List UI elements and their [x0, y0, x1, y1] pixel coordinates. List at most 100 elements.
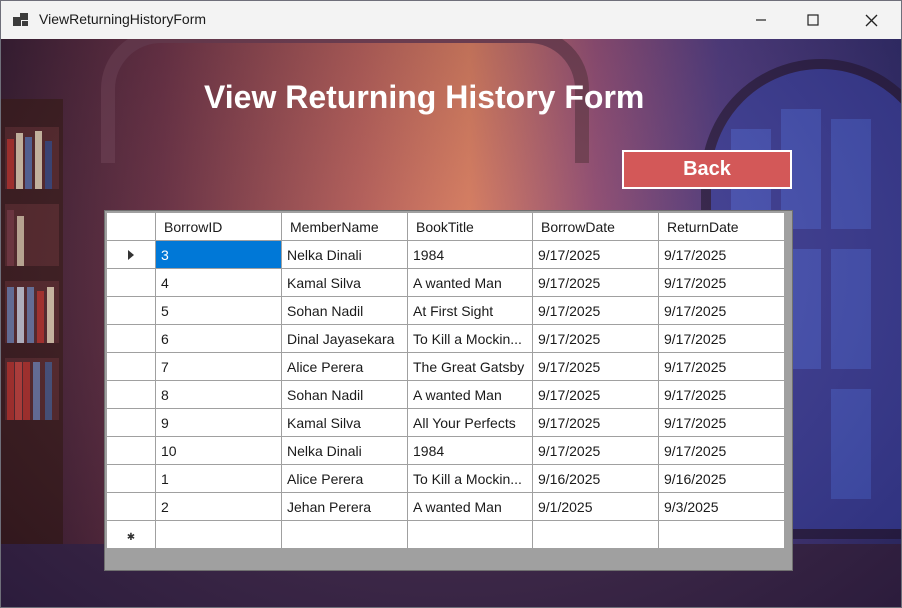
table-row[interactable]: 4 Kamal Silva A wanted Man 9/17/2025 9/17/20… — [106, 268, 785, 297]
row-header[interactable] — [106, 324, 156, 353]
cell-borrowdate[interactable]: 9/1/2025 — [532, 492, 659, 521]
cell-membername[interactable]: Sohan Nadil — [281, 296, 408, 325]
cell-borrowdate[interactable]: 9/17/2025 — [532, 240, 659, 269]
cell-borrowid[interactable]: 8 — [155, 380, 282, 409]
cell-borrowdate[interactable]: 9/17/2025 — [532, 408, 659, 437]
cell-booktitle[interactable]: To Kill a Mockin... — [407, 464, 533, 493]
row-header[interactable]: ✱ — [106, 520, 156, 549]
cell-booktitle[interactable]: A wanted Man — [407, 380, 533, 409]
cell-text: 5 — [161, 302, 169, 319]
cell-booktitle[interactable]: A wanted Man — [407, 268, 533, 297]
row-header[interactable] — [106, 240, 156, 269]
cell-borrowdate[interactable]: 9/17/2025 — [532, 324, 659, 353]
table-row[interactable]: 3 Nelka Dinali 1984 9/17/2025 9/17/2025 — [106, 240, 785, 269]
history-data-grid[interactable]: BorrowID MemberName BookTitle BorrowDate… — [104, 210, 793, 571]
app-window: ViewReturningHistoryForm View Returning … — [0, 0, 902, 608]
row-header[interactable] — [106, 380, 156, 409]
cell-membername[interactable]: Alice Perera — [281, 464, 408, 493]
title-bar[interactable]: ViewReturningHistoryForm — [1, 1, 901, 39]
new-row-cell[interactable] — [658, 520, 785, 549]
maximize-button[interactable] — [790, 1, 836, 39]
cell-returndate[interactable]: 9/16/2025 — [658, 464, 785, 493]
cell-borrowdate[interactable]: 9/17/2025 — [532, 268, 659, 297]
cell-membername[interactable]: Kamal Silva — [281, 408, 408, 437]
new-row-cell[interactable] — [155, 520, 282, 549]
cell-borrowid[interactable]: 10 — [155, 436, 282, 465]
cell-borrowid[interactable]: 6 — [155, 324, 282, 353]
table-row[interactable]: 9 Kamal Silva All Your Perfects 9/17/2025 9/… — [106, 408, 785, 437]
row-header[interactable] — [106, 408, 156, 437]
cell-membername[interactable]: Nelka Dinali — [281, 240, 408, 269]
cell-membername[interactable]: Kamal Silva — [281, 268, 408, 297]
cell-returndate[interactable]: 9/17/2025 — [658, 436, 785, 465]
cell-borrowid[interactable]: 5 — [155, 296, 282, 325]
new-row[interactable]: ✱ — [106, 520, 785, 549]
cell-returndate[interactable]: 9/17/2025 — [658, 324, 785, 353]
cell-membername[interactable]: Jehan Perera — [281, 492, 408, 521]
row-header-corner[interactable] — [106, 212, 156, 241]
cell-membername[interactable]: Sohan Nadil — [281, 380, 408, 409]
cell-booktitle[interactable]: To Kill a Mockin... — [407, 324, 533, 353]
row-header[interactable] — [106, 352, 156, 381]
table-row[interactable]: 1 Alice Perera To Kill a Mockin... 9/16/202… — [106, 464, 785, 493]
cell-returndate[interactable]: 9/3/2025 — [658, 492, 785, 521]
cell-borrowid[interactable]: 7 — [155, 352, 282, 381]
cell-text: 9/3/2025 — [664, 498, 719, 515]
row-header[interactable] — [106, 492, 156, 521]
column-header-membername[interactable]: MemberName — [281, 212, 408, 241]
cell-borrowdate[interactable]: 9/16/2025 — [532, 464, 659, 493]
cell-booktitle[interactable]: A wanted Man — [407, 492, 533, 521]
cell-membername[interactable]: Nelka Dinali — [281, 436, 408, 465]
cell-borrowdate[interactable]: 9/17/2025 — [532, 352, 659, 381]
table-row[interactable]: 5 Sohan Nadil At First Sight 9/17/2025 9/17/… — [106, 296, 785, 325]
column-header-returndate[interactable]: ReturnDate — [658, 212, 785, 241]
new-row-cell[interactable] — [281, 520, 408, 549]
column-header-booktitle[interactable]: BookTitle — [407, 212, 533, 241]
row-header[interactable] — [106, 296, 156, 325]
row-header[interactable] — [106, 436, 156, 465]
cell-membername[interactable]: Alice Perera — [281, 352, 408, 381]
table-row[interactable]: 7 Alice Perera The Great Gatsby 9/17/2025 9/… — [106, 352, 785, 381]
cell-booktitle[interactable]: At First Sight — [407, 296, 533, 325]
cell-booktitle[interactable]: All Your Perfects — [407, 408, 533, 437]
cell-membername[interactable]: Dinal Jayasekara — [281, 324, 408, 353]
back-button[interactable]: Back — [622, 150, 792, 189]
table-row[interactable]: 2 Jehan Perera A wanted Man 9/1/2025 9/3/202… — [106, 492, 785, 521]
cell-borrowid[interactable]: 9 — [155, 408, 282, 437]
cell-booktitle[interactable]: 1984 — [407, 240, 533, 269]
cell-text: 8 — [161, 386, 169, 403]
history-table: BorrowID MemberName BookTitle BorrowDate… — [106, 212, 785, 549]
row-header[interactable] — [106, 464, 156, 493]
table-row[interactable]: 10 Nelka Dinali 1984 9/17/2025 9/17/2025 — [106, 436, 785, 465]
cell-borrowdate[interactable]: 9/17/2025 — [532, 436, 659, 465]
cell-returndate[interactable]: 9/17/2025 — [658, 268, 785, 297]
table-row[interactable]: 6 Dinal Jayasekara To Kill a Mockin... 9/17… — [106, 324, 785, 353]
cell-text: Sohan Nadil — [287, 386, 364, 403]
cell-returndate[interactable]: 9/17/2025 — [658, 352, 785, 381]
cell-text: A wanted Man — [413, 274, 502, 291]
header-row: BorrowID MemberName BookTitle BorrowDate… — [106, 212, 785, 241]
cell-borrowid[interactable]: 1 — [155, 464, 282, 493]
cell-returndate[interactable]: 9/17/2025 — [658, 240, 785, 269]
cell-booktitle[interactable]: 1984 — [407, 436, 533, 465]
new-row-cell[interactable] — [407, 520, 533, 549]
cell-borrowid[interactable]: 4 — [155, 268, 282, 297]
cell-borrowdate[interactable]: 9/17/2025 — [532, 380, 659, 409]
cell-text: 3 — [161, 246, 169, 263]
cell-borrowid[interactable]: 3 — [155, 240, 282, 269]
row-header[interactable] — [106, 268, 156, 297]
cell-returndate[interactable]: 9/17/2025 — [658, 380, 785, 409]
table-row[interactable]: 8 Sohan Nadil A wanted Man 9/17/2025 9/17/20… — [106, 380, 785, 409]
cell-text: 9/17/2025 — [538, 330, 601, 347]
cell-borrowdate[interactable]: 9/17/2025 — [532, 296, 659, 325]
column-header-borrowid[interactable]: BorrowID — [155, 212, 282, 241]
cell-booktitle[interactable]: The Great Gatsby — [407, 352, 533, 381]
cell-text: 9/17/2025 — [538, 414, 601, 431]
close-button[interactable] — [848, 1, 894, 39]
cell-borrowid[interactable]: 2 — [155, 492, 282, 521]
minimize-button[interactable] — [738, 1, 784, 39]
cell-returndate[interactable]: 9/17/2025 — [658, 296, 785, 325]
cell-returndate[interactable]: 9/17/2025 — [658, 408, 785, 437]
new-row-cell[interactable] — [532, 520, 659, 549]
column-header-borrowdate[interactable]: BorrowDate — [532, 212, 659, 241]
